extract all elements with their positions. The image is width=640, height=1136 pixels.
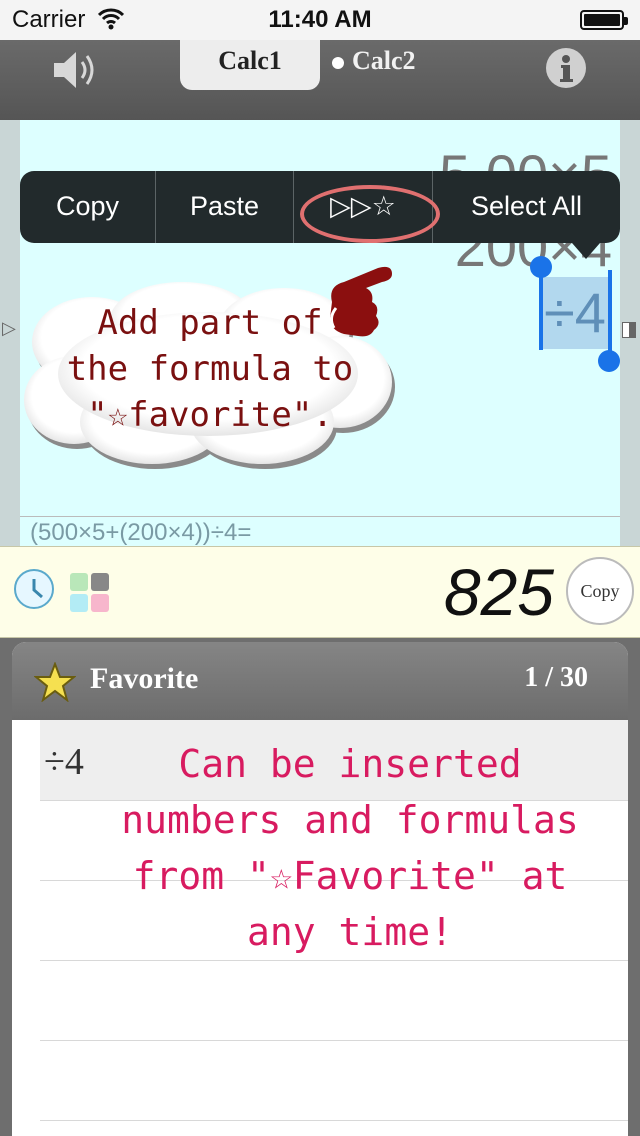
menu-pointer: [572, 243, 600, 259]
tip-line: Can be inserted: [178, 742, 522, 786]
status-bar: Carrier 11:40 AM: [0, 0, 640, 40]
dot-icon: [332, 57, 344, 70]
history-clock-icon[interactable]: [14, 569, 54, 609]
result-value: 825: [443, 555, 554, 629]
selection-start-bar: [539, 270, 543, 350]
highlight-ring: [300, 185, 440, 243]
battery-icon: [580, 10, 628, 30]
list-item[interactable]: [40, 1040, 628, 1121]
menu-item-paste[interactable]: Paste: [156, 171, 293, 243]
top-bar: Calc1 Calc2: [0, 40, 640, 120]
selection-end-bar: [608, 270, 612, 358]
favorite-tip-text: Can be inserted numbers and formulas fro…: [100, 736, 600, 960]
star-icon: [34, 662, 76, 702]
favorite-count: 1 / 30: [524, 662, 588, 693]
selection-start-handle[interactable]: [530, 256, 552, 278]
menu-item-copy[interactable]: Copy: [20, 171, 155, 243]
favorite-item-text: ÷4: [44, 741, 84, 783]
selected-text[interactable]: ÷4: [540, 277, 610, 349]
callout-line: "☆favorite".: [87, 395, 333, 435]
tab-calc1[interactable]: Calc1: [180, 40, 320, 90]
speaker-icon[interactable]: [50, 48, 100, 92]
tip-line: from "☆Favorite" at: [132, 854, 568, 898]
clock-time: 11:40 AM: [268, 6, 372, 33]
copy-result-button[interactable]: Copy: [566, 557, 634, 625]
tip-line: any time!: [247, 910, 453, 954]
scroll-right-icon[interactable]: [622, 322, 636, 338]
memory-grid-icon[interactable]: [70, 573, 110, 613]
tab-calc2-label: Calc2: [352, 46, 416, 75]
tab-calc2[interactable]: Calc2: [332, 40, 416, 82]
favorite-title: Favorite: [90, 662, 199, 695]
favorite-header: Favorite 1 / 30: [12, 642, 628, 720]
formula-line: (500×5+(200×4))÷4=: [20, 516, 620, 548]
selection-end-handle[interactable]: [598, 350, 620, 372]
list-item[interactable]: [40, 960, 628, 1041]
result-bar: 825 Copy: [0, 546, 640, 638]
info-icon[interactable]: [546, 48, 586, 88]
scroll-left-icon[interactable]: ▷: [2, 318, 16, 339]
tip-line: numbers and formulas: [121, 798, 579, 842]
callout-line: the formula to: [66, 349, 354, 389]
pointing-hand-icon: [329, 266, 392, 337]
menu-item-select-all[interactable]: Select All: [433, 171, 620, 243]
